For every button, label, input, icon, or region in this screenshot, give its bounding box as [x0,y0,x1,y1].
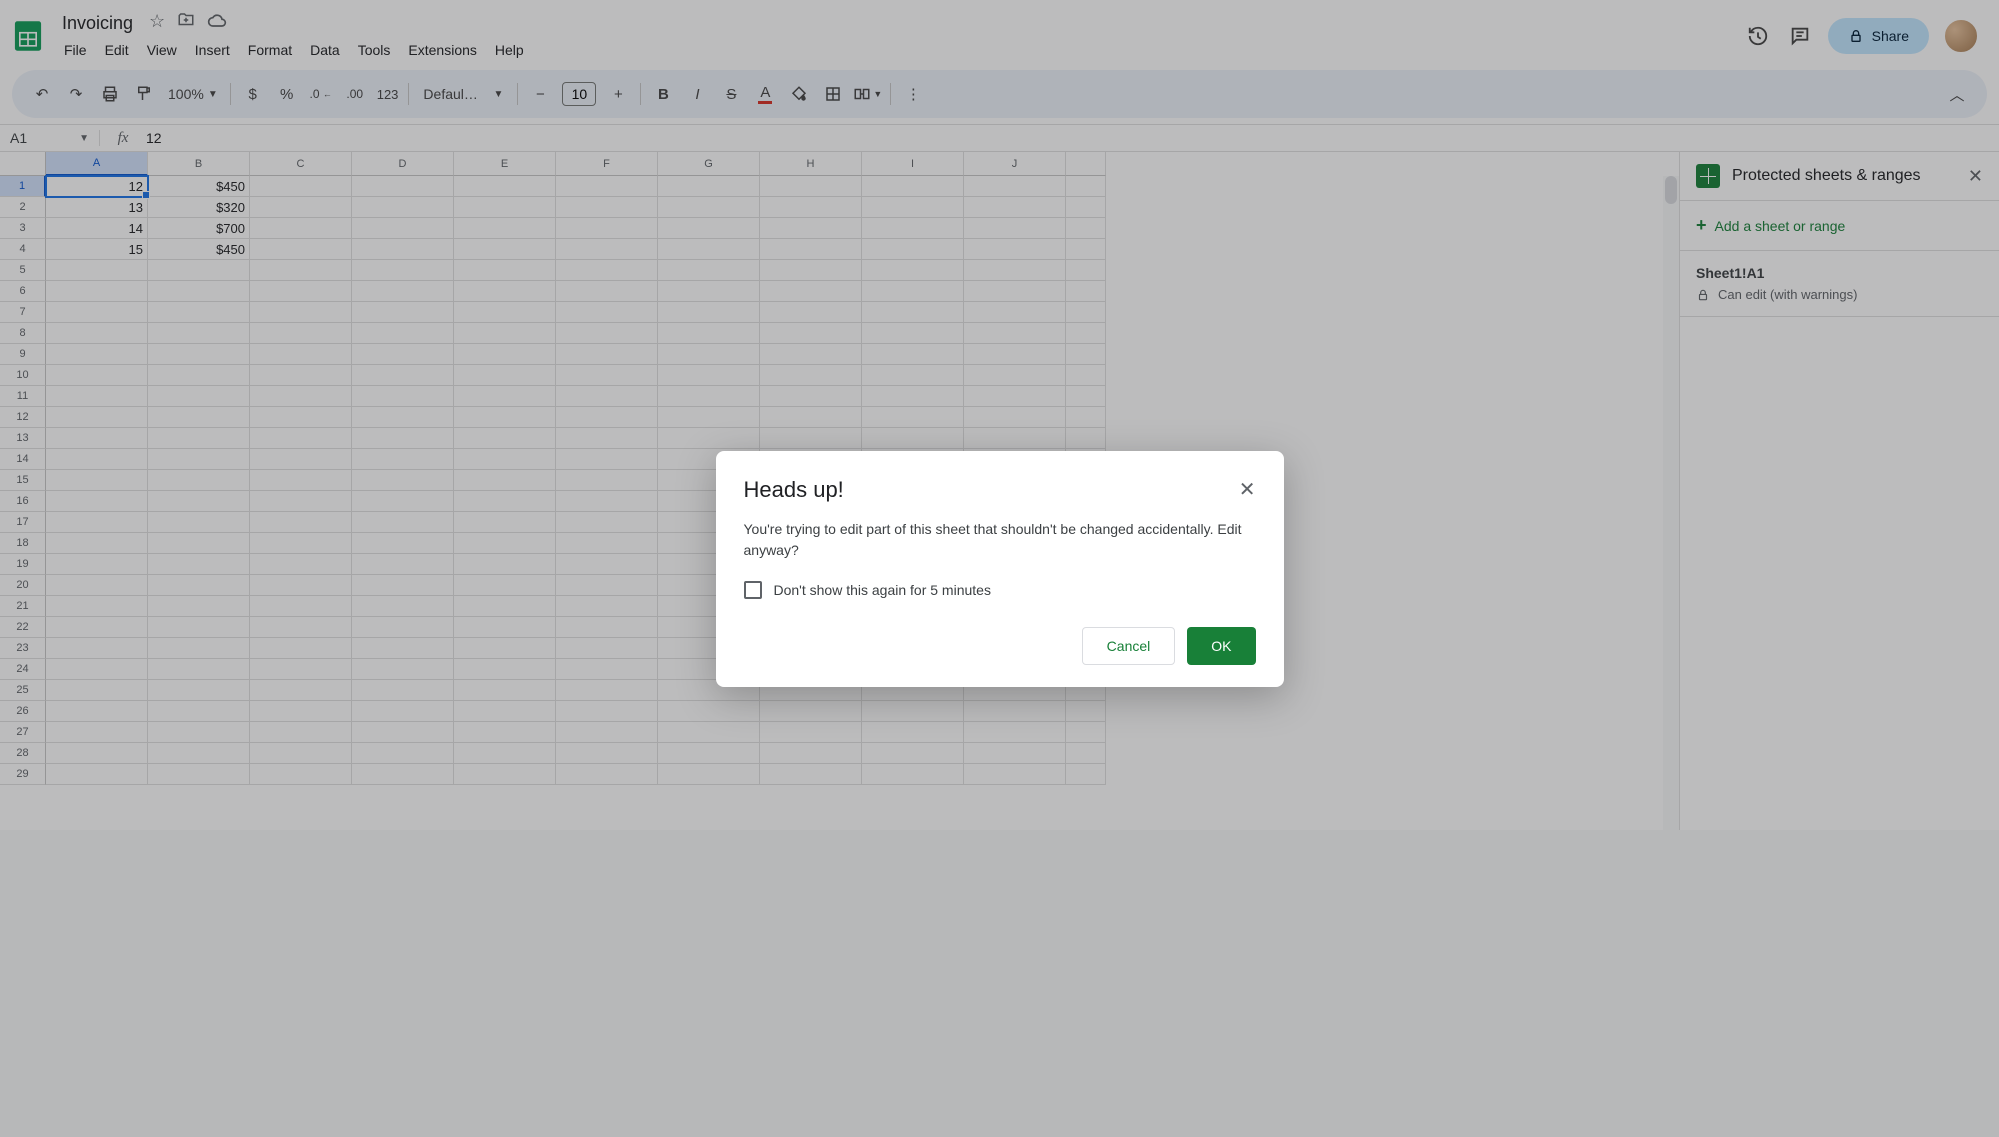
heads-up-dialog: Heads up! ✕ You're trying to edit part o… [716,451,1284,687]
ok-button[interactable]: OK [1187,627,1255,665]
dialog-title: Heads up! [744,477,844,503]
dialog-body: You're trying to edit part of this sheet… [744,503,1256,561]
app-root: Invoicing ☆ FileEditViewInsertFormatData… [0,0,1999,1137]
dialog-close-icon[interactable]: ✕ [1239,477,1256,502]
modal-scrim[interactable]: Heads up! ✕ You're trying to edit part o… [0,0,1999,1137]
checkbox-label: Don't show this again for 5 minutes [774,582,991,598]
dont-show-checkbox[interactable] [744,581,762,599]
cancel-button[interactable]: Cancel [1082,627,1176,665]
